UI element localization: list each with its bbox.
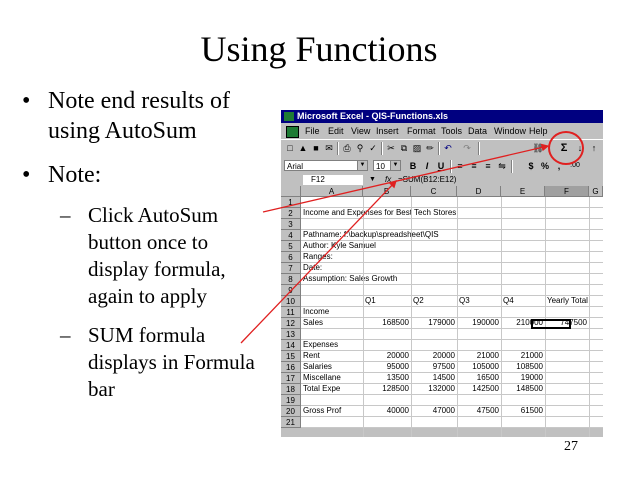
annotation-arrows (240, 143, 550, 344)
arrow-to-formula-bar (240, 180, 397, 344)
arrow-to-autosum (262, 143, 550, 213)
